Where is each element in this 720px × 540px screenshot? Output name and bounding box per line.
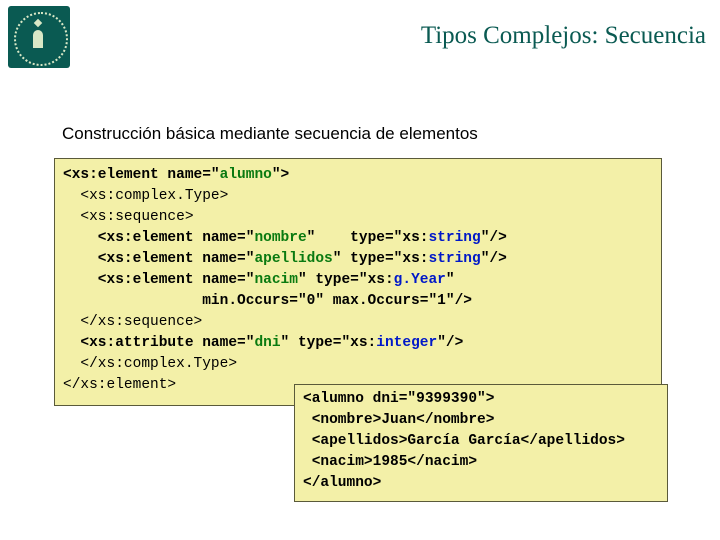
code-line: <nacim>1985</nacim> bbox=[303, 454, 477, 470]
code-line: </xs:sequence> bbox=[63, 314, 202, 330]
code-line: <xs:element name="nombre" type="xs:strin… bbox=[63, 230, 507, 246]
logo-badge bbox=[8, 6, 70, 68]
code-line: <nombre>Juan</nombre> bbox=[303, 412, 494, 428]
code-line: <apellidos>García García</apellidos> bbox=[303, 433, 625, 449]
code-line: <xs:attribute name="dni" type="xs:intege… bbox=[63, 335, 463, 351]
code-line: <xs:element name="alumno"> bbox=[63, 167, 289, 183]
code-line: </xs:element> bbox=[63, 377, 176, 393]
logo-glyph bbox=[28, 20, 48, 56]
code-line: <xs:sequence> bbox=[63, 209, 194, 225]
code-line: <xs:element name="nacim" type="xs:g.Year… bbox=[63, 272, 455, 288]
page-title: Tipos Complejos: Secuencia bbox=[421, 22, 706, 50]
code-line: <alumno dni="9399390"> bbox=[303, 391, 494, 407]
page-subtitle: Construcción básica mediante secuencia d… bbox=[62, 124, 478, 144]
schema-code-box: <xs:element name="alumno"> <xs:complex.T… bbox=[54, 158, 662, 406]
instance-code-box: <alumno dni="9399390"> <nombre>Juan</nom… bbox=[294, 384, 668, 502]
code-line: <xs:complex.Type> bbox=[63, 188, 228, 204]
code-line: </xs:complex.Type> bbox=[63, 356, 237, 372]
code-line: min.Occurs="0" max.Occurs="1"/> bbox=[63, 293, 472, 309]
code-line: </alumno> bbox=[303, 475, 381, 491]
code-line: <xs:element name="apellidos" type="xs:st… bbox=[63, 251, 507, 267]
